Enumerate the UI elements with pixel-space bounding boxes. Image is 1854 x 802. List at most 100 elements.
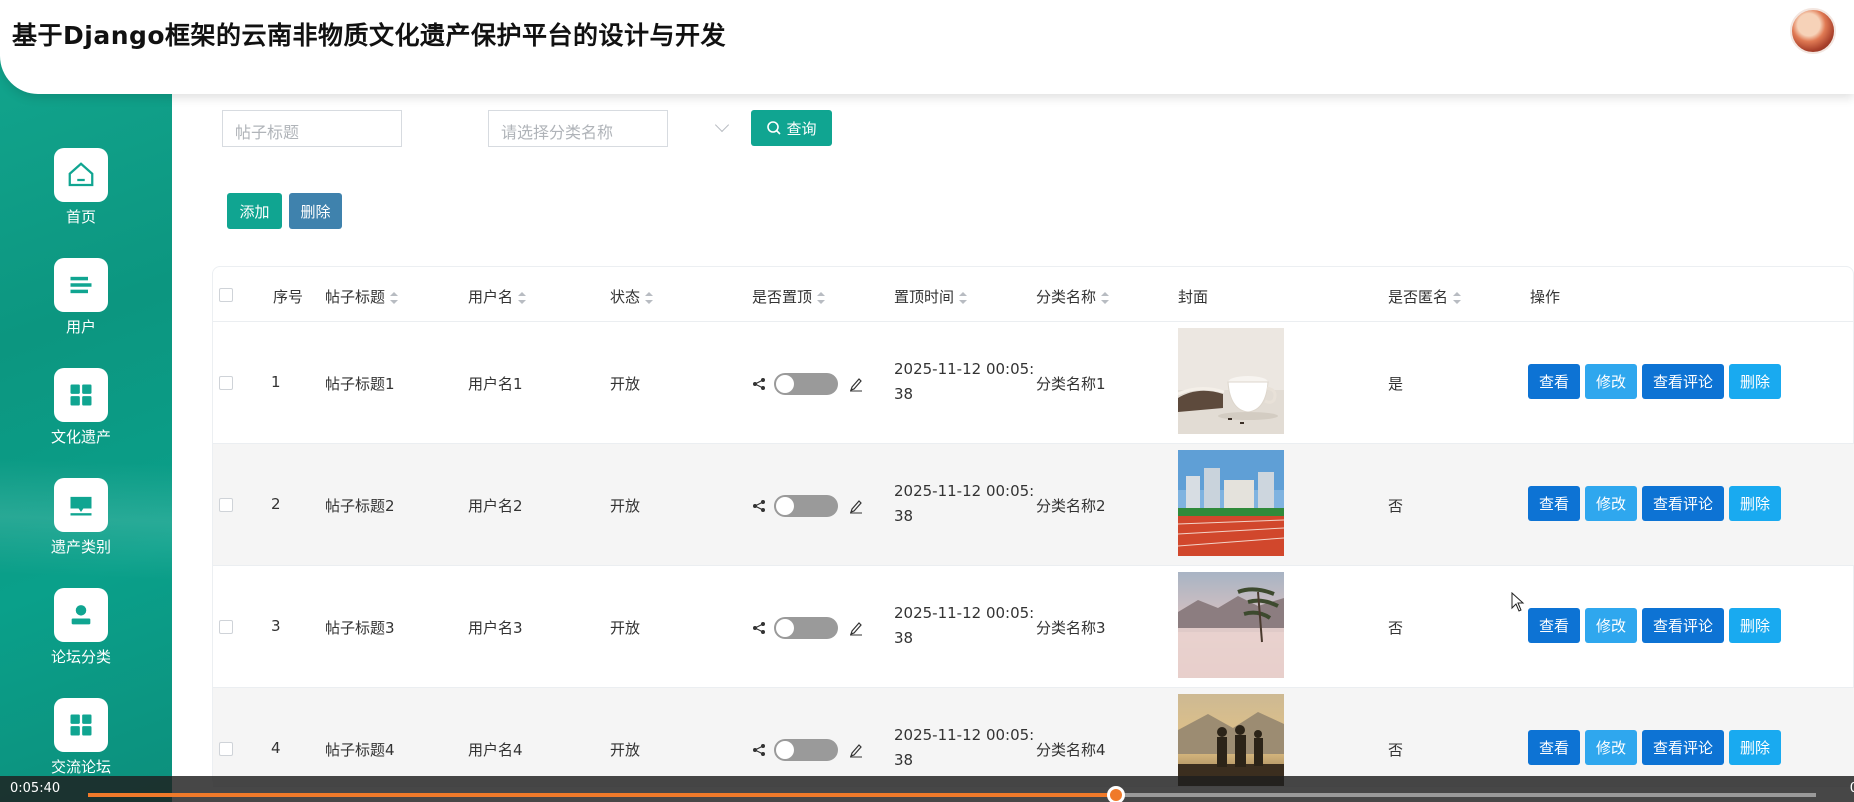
pin-toggle[interactable]: [774, 739, 838, 761]
category-select-placeholder: 请选择分类名称: [501, 123, 614, 142]
batch-delete-button-label: 删除: [300, 202, 331, 221]
sort-icon[interactable]: [1453, 291, 1462, 304]
col-pin-time[interactable]: 置顶时间: [894, 286, 968, 307]
col-status[interactable]: 状态: [610, 286, 654, 307]
video-end-time: 0: [1849, 781, 1854, 796]
col-user[interactable]: 用户名: [468, 286, 527, 307]
sort-icon[interactable]: [518, 291, 527, 304]
row-anonymous: 否: [1388, 741, 1404, 759]
share-icon[interactable]: [752, 499, 766, 513]
edit-button[interactable]: 修改: [1585, 364, 1637, 399]
mountain-mist-image[interactable]: [1178, 572, 1284, 678]
edit-pen-icon[interactable]: [849, 742, 863, 758]
view-button[interactable]: 查看: [1528, 730, 1580, 765]
video-progress-bar: 0:05:40 0: [0, 776, 1854, 802]
edit-pen-icon[interactable]: [849, 376, 863, 392]
sort-icon[interactable]: [645, 291, 654, 304]
view-button[interactable]: 查看: [1528, 364, 1580, 399]
sort-icon[interactable]: [1101, 291, 1110, 304]
view-comments-button[interactable]: 查看评论: [1642, 608, 1724, 643]
view-comments-button[interactable]: 查看评论: [1642, 730, 1724, 765]
row-user: 用户名2: [468, 497, 523, 515]
view-button[interactable]: 查看: [1528, 486, 1580, 521]
edit-pen-icon[interactable]: [849, 620, 863, 636]
row-checkbox[interactable]: [219, 498, 233, 512]
avatar[interactable]: [1790, 8, 1836, 54]
add-button[interactable]: 添加: [227, 193, 282, 229]
home-icon: [54, 148, 108, 202]
toggle-knob: [776, 619, 794, 637]
sidebar-item-forum-category[interactable]: 论坛分类: [0, 588, 162, 667]
coffee-cup-image[interactable]: [1178, 328, 1284, 434]
row-anonymous: 否: [1388, 497, 1404, 515]
row-index: 1: [271, 373, 281, 391]
delete-button[interactable]: 删除: [1729, 486, 1781, 521]
chevron-down-icon[interactable]: [714, 117, 730, 133]
col-anonymous[interactable]: 是否匿名: [1388, 286, 1462, 307]
sidebar-item-heritage[interactable]: 文化遗产: [0, 368, 162, 447]
col-category[interactable]: 分类名称: [1036, 286, 1110, 307]
row-category: 分类名称2: [1036, 497, 1106, 515]
person-icon: [54, 588, 108, 642]
row-status: 开放: [610, 375, 641, 393]
sort-icon[interactable]: [390, 291, 399, 304]
row-title: 帖子标题1: [325, 375, 395, 393]
grid-icon: [54, 368, 108, 422]
row-checkbox[interactable]: [219, 620, 233, 634]
edit-button[interactable]: 修改: [1585, 730, 1637, 765]
sort-icon[interactable]: [817, 291, 826, 304]
query-button[interactable]: 查询: [751, 110, 832, 146]
row-user: 用户名1: [468, 375, 523, 393]
share-icon[interactable]: [752, 743, 766, 757]
video-scrubber-handle[interactable]: [1107, 786, 1126, 802]
row-pin-time: 2025-11-12 00:05: 38: [894, 360, 1035, 403]
top-header: 基于Django框架的云南非物质文化遗产保护平台的设计与开发: [0, 0, 1854, 94]
edit-button[interactable]: 修改: [1585, 608, 1637, 643]
view-button[interactable]: 查看: [1528, 608, 1580, 643]
table-header: 序号 帖子标题 用户名 状态 是否置顶 置顶时间 分类名称 封面 是否匿名 操作: [213, 267, 1854, 322]
running-track-image[interactable]: [1178, 450, 1284, 556]
hikers-sunset-image[interactable]: [1178, 694, 1284, 786]
col-index: 序号: [273, 288, 304, 306]
pin-toggle[interactable]: [774, 617, 838, 639]
delete-button[interactable]: 删除: [1729, 608, 1781, 643]
delete-button[interactable]: 删除: [1729, 364, 1781, 399]
col-pinned[interactable]: 是否置顶: [752, 286, 826, 307]
row-pin-time: 2025-11-12 00:05: 38: [894, 482, 1035, 525]
row-index: 2: [271, 495, 281, 513]
batch-delete-button[interactable]: 删除: [289, 193, 342, 229]
pin-toggle[interactable]: [774, 373, 838, 395]
edit-button[interactable]: 修改: [1585, 486, 1637, 521]
share-icon[interactable]: [752, 621, 766, 635]
title-search-placeholder: 帖子标题: [235, 123, 300, 142]
row-checkbox[interactable]: [219, 742, 233, 756]
row-index: 4: [271, 739, 281, 757]
category-select[interactable]: 请选择分类名称: [488, 110, 668, 147]
row-category: 分类名称1: [1036, 375, 1106, 393]
video-track[interactable]: [88, 786, 1816, 802]
table-row: 3 帖子标题3 用户名3 开放 2025-11-12 00:05: 38 分类名称…: [213, 566, 1854, 688]
main-content: 帖子标题 请选择分类名称 查询 添加 删除 序号 帖子标题 用户名 状态 是否置…: [172, 80, 1854, 787]
view-comments-button[interactable]: 查看评论: [1642, 364, 1724, 399]
sidebar-item-home[interactable]: 首页: [0, 148, 162, 227]
toggle-knob: [776, 741, 794, 759]
sidebar-item-forum[interactable]: 交流论坛: [0, 698, 162, 777]
select-all-checkbox[interactable]: [219, 288, 233, 302]
title-search-input[interactable]: 帖子标题: [222, 110, 402, 147]
sort-icon[interactable]: [959, 291, 968, 304]
row-anonymous: 否: [1388, 619, 1404, 637]
sidebar-item-label: 交流论坛: [50, 758, 111, 776]
edit-pen-icon[interactable]: [849, 498, 863, 514]
table-row: 2 帖子标题2 用户名2 开放 2025-11-12 00:05: 38 分类名称…: [213, 444, 1854, 566]
col-title[interactable]: 帖子标题: [325, 286, 399, 307]
sidebar-item-label: 用户: [65, 318, 96, 336]
view-comments-button[interactable]: 查看评论: [1642, 486, 1724, 521]
pin-toggle[interactable]: [774, 495, 838, 517]
share-icon[interactable]: [752, 377, 766, 391]
delete-button[interactable]: 删除: [1729, 730, 1781, 765]
sidebar-item-heritage-category[interactable]: 遗产类别: [0, 478, 162, 557]
search-icon: [767, 121, 782, 135]
row-checkbox[interactable]: [219, 376, 233, 390]
col-actions: 操作: [1530, 288, 1561, 306]
sidebar-item-users[interactable]: 用户: [0, 258, 162, 337]
